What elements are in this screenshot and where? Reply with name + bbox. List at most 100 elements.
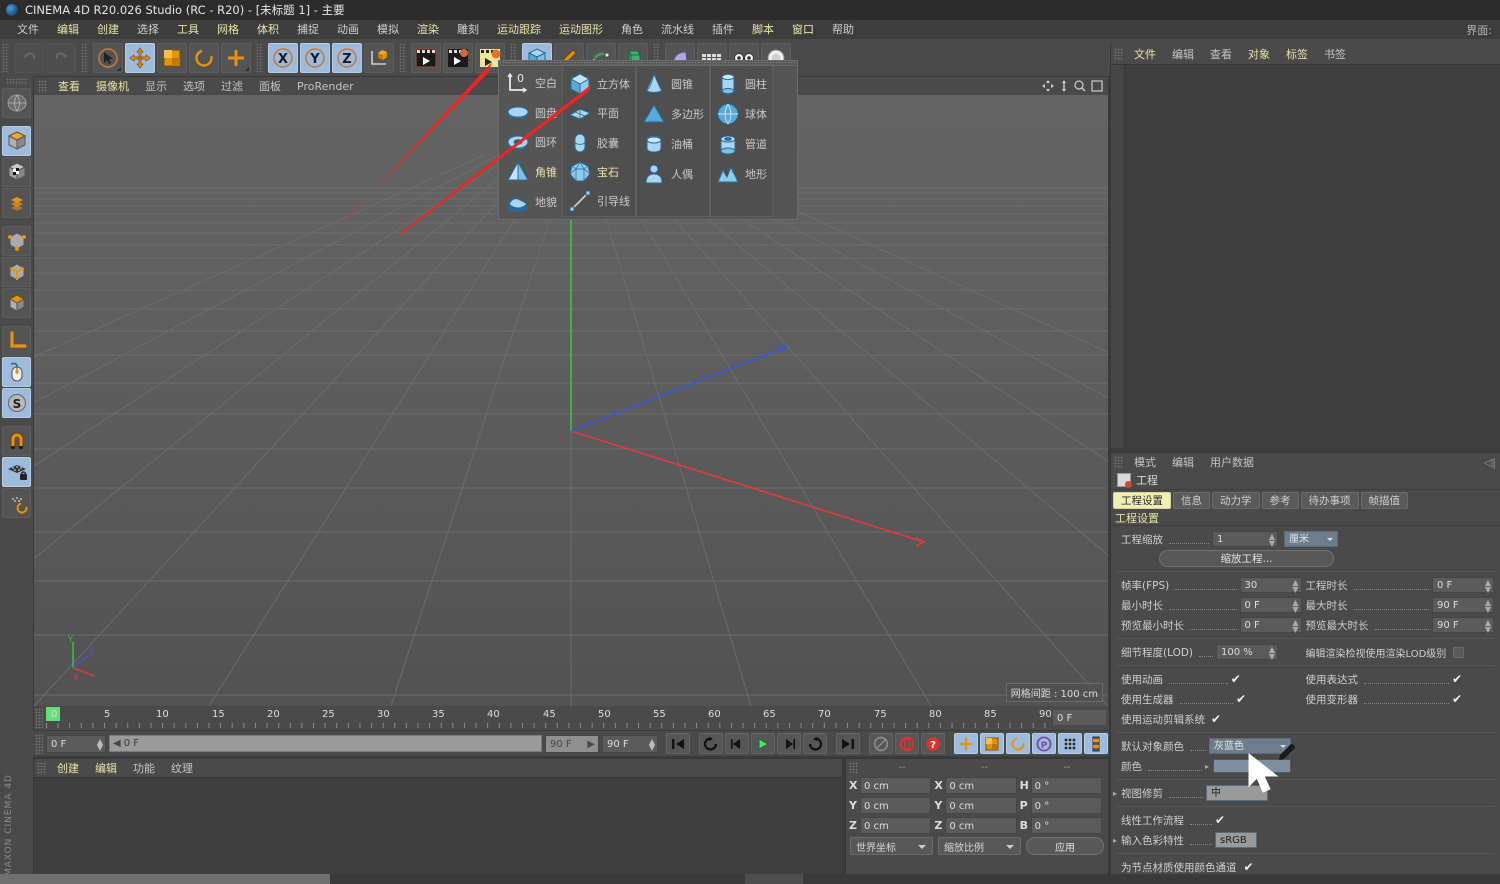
popup-grip-icon[interactable] (499, 61, 797, 66)
pan-icon[interactable] (1042, 80, 1054, 92)
size-z-input[interactable]: 0 cm (945, 817, 1016, 834)
menu-item-edit[interactable]: 编辑 (48, 20, 88, 39)
material-menu-edit[interactable]: 编辑 (87, 760, 125, 776)
live-selection-button[interactable] (93, 43, 123, 73)
record-active-objects-button[interactable] (869, 733, 893, 754)
scale-project-button[interactable]: 缩放工程... (1159, 550, 1334, 567)
magnet-button[interactable] (2, 426, 31, 456)
spinner-icon[interactable]: ▲▼ (1485, 619, 1491, 633)
timeline-ruler[interactable]: 0 5 10 15 20 25 30 35 40 45 50 55 60 65 … (33, 706, 1109, 730)
object-manager-panel[interactable]: 文件 编辑 查看 对象 标签 书签 (1110, 44, 1500, 448)
popup-item-cube[interactable]: 立方体 (564, 69, 634, 98)
expand-triangle-icon[interactable]: ▸ (1205, 762, 1213, 771)
fps-input[interactable]: 30 ▲▼ (1240, 577, 1302, 593)
soft-selection-button[interactable]: S (2, 388, 31, 418)
viewport-menu-camera[interactable]: 摄像机 (88, 78, 137, 94)
material-menu-create[interactable]: 创建 (49, 760, 87, 776)
popup-item-oiltank[interactable]: 油桶 (638, 129, 708, 159)
use-deformer-checkbox[interactable]: ✔ (1452, 693, 1464, 705)
spinner-icon[interactable]: ▲▼ (97, 739, 103, 751)
popup-item-gem[interactable]: 宝石 (564, 157, 634, 186)
scale-key-button[interactable] (980, 733, 1004, 754)
size-x-input[interactable]: 0 cm (945, 777, 1016, 794)
menu-item-mesh[interactable]: 网格 (208, 20, 248, 39)
tab-keyframe[interactable]: 帧描值 (1361, 492, 1409, 509)
menu-item-pipeline[interactable]: 流水线 (652, 20, 703, 39)
maximize-icon[interactable] (1091, 80, 1103, 92)
popup-item-pyramid[interactable]: 角锥 (502, 157, 561, 187)
left-toolbar[interactable]: S MAXON CINEMA 4D (0, 76, 33, 884)
rotation-h-input[interactable]: 0 ° (1031, 777, 1102, 794)
end-frame-field[interactable]: 90 F ▲▼ (602, 735, 658, 753)
pla-key-button[interactable] (1058, 733, 1082, 754)
texture-axis-button[interactable] (2, 88, 31, 118)
primitives-popup-menu[interactable]: 0 空白 圆盘 圆环 角锥 地貌 立方体 (498, 60, 798, 220)
preview-min-input[interactable]: 0 F ▲▼ (1240, 617, 1302, 633)
viewport-menu-display[interactable]: 显示 (137, 78, 175, 94)
popup-item-figure[interactable]: 人偶 (638, 159, 708, 189)
menu-item-motion-tracker[interactable]: 运动跟踪 (488, 20, 550, 39)
tab-reference[interactable]: 参考 (1262, 492, 1299, 509)
play-button[interactable] (751, 733, 775, 754)
spinner-icon[interactable]: ▲▼ (649, 739, 655, 751)
menu-item-script[interactable]: 脚本 (743, 20, 783, 39)
material-manager-panel[interactable]: 创建 编辑 功能 纹理 (33, 758, 843, 884)
render-region-button[interactable] (443, 43, 473, 73)
menu-item-plugins[interactable]: 插件 (703, 20, 743, 39)
axis-y-button[interactable]: Y (300, 43, 330, 73)
autokey-button[interactable] (895, 733, 919, 754)
menu-item-sculpt[interactable]: 雕刻 (448, 20, 488, 39)
position-z-input[interactable]: 0 cm (860, 817, 931, 834)
popup-item-cylinder[interactable]: 圆柱 (712, 69, 771, 99)
object-menu-tag[interactable]: 标签 (1278, 46, 1316, 62)
coordinate-system-button[interactable] (364, 43, 394, 73)
object-menu-view[interactable]: 查看 (1202, 46, 1240, 62)
popup-item-relief[interactable]: 地貌 (502, 187, 561, 217)
spinner-icon[interactable]: ▲▼ (1269, 533, 1275, 547)
timeline-mode-button[interactable] (1084, 733, 1108, 754)
goto-start-button[interactable] (666, 733, 690, 754)
object-axis-button[interactable] (2, 188, 31, 218)
menu-item-snap[interactable]: 捕捉 (288, 20, 328, 39)
main-menu-bar[interactable]: 文件 编辑 创建 选择 工具 网格 体积 捕捉 动画 模拟 渲染 雕刻 运动跟踪… (0, 20, 1500, 39)
attr-menu-mode[interactable]: 模式 (1126, 454, 1164, 470)
project-scale-unit-dropdown[interactable]: 厘米 (1284, 531, 1338, 547)
animation-transport-bar[interactable]: 0 F ▲▼ ◀ 0 F 90 F ▶ 90 F ▲▼ (33, 731, 1109, 756)
attr-nav-back-icon[interactable]: ◁| (1484, 456, 1500, 469)
material-menu-texture[interactable]: 纹理 (163, 760, 201, 776)
popup-item-sphere[interactable]: 球体 (712, 99, 771, 129)
node-material-color-checkbox[interactable]: ✔ (1244, 861, 1256, 873)
spinner-icon[interactable]: ▲▼ (1292, 599, 1298, 613)
attribute-manager-menu[interactable]: 模式 编辑 用户数据 ◁| (1111, 453, 1500, 471)
menu-item-file[interactable]: 文件 (8, 20, 48, 39)
workplane-lock-button[interactable] (2, 457, 31, 487)
material-manager-grip-icon[interactable] (37, 762, 46, 775)
polygon-mode-button[interactable] (2, 288, 31, 318)
tab-info[interactable]: 信息 (1173, 492, 1210, 509)
use-motion-clip-checkbox[interactable]: ✔ (1211, 713, 1223, 725)
undo-button[interactable] (14, 43, 44, 73)
tab-todo[interactable]: 待办事项 (1301, 492, 1359, 509)
tab-dynamics[interactable]: 动力学 (1212, 492, 1260, 509)
viewport-nav-icons[interactable] (1042, 80, 1108, 92)
use-expression-checkbox[interactable]: ✔ (1452, 673, 1464, 685)
menu-item-select[interactable]: 选择 (128, 20, 168, 39)
object-menu-object[interactable]: 对象 (1240, 46, 1278, 62)
size-mode-dropdown[interactable]: 缩放比例 (938, 837, 1021, 855)
viewport-menu-options[interactable]: 选项 (175, 78, 213, 94)
menu-item-render[interactable]: 渲染 (408, 20, 448, 39)
toolbar-grip-icon[interactable] (399, 43, 406, 73)
zoom-icon[interactable] (1074, 80, 1086, 92)
popup-item-null[interactable]: 0 空白 (502, 68, 561, 98)
attr-menu-edit[interactable]: 编辑 (1164, 454, 1202, 470)
menu-item-animate[interactable]: 动画 (328, 20, 368, 39)
expand-triangle-icon[interactable]: ▸ (1113, 789, 1121, 798)
linear-workflow-checkbox[interactable]: ✔ (1215, 814, 1227, 826)
toolbar-grip-icon[interactable] (2, 43, 9, 73)
object-manager-menu[interactable]: 文件 编辑 查看 对象 标签 书签 (1111, 44, 1500, 64)
toolbar-grip-icon[interactable] (81, 43, 88, 73)
render-view-button[interactable] (411, 43, 441, 73)
menu-item-tools[interactable]: 工具 (168, 20, 208, 39)
timeline-scrubber[interactable]: ◀ 0 F (109, 735, 542, 752)
popup-item-torus[interactable]: 圆环 (502, 128, 561, 158)
